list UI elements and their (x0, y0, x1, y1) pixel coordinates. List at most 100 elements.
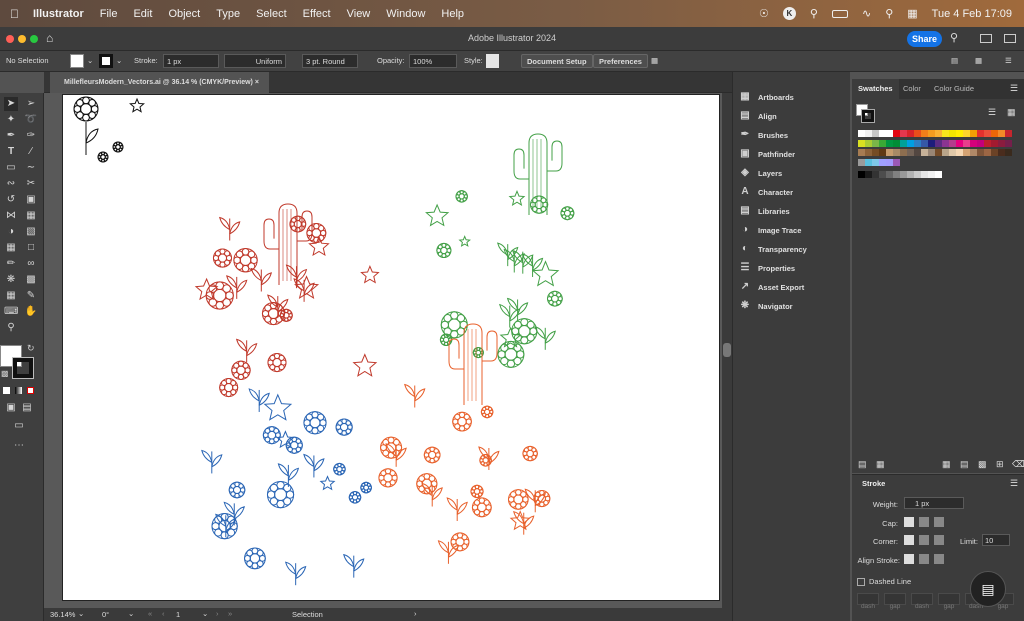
accessibility-badge-icon[interactable]: ▤ (970, 571, 1006, 607)
swatch[interactable] (900, 171, 907, 178)
swatch[interactable] (865, 130, 872, 137)
align-outside-icon[interactable] (934, 554, 944, 564)
swatch[interactable] (956, 140, 963, 147)
workspace-switcher-icon[interactable] (1004, 34, 1016, 43)
stroke-dropdown-icon[interactable]: ⌄ (116, 54, 122, 68)
rotation-dropdown-icon[interactable]: ⌄ (128, 609, 134, 618)
wifi-icon[interactable]: ∿ (862, 7, 871, 20)
swatch[interactable] (879, 171, 886, 178)
swatch[interactable] (886, 130, 893, 137)
type-tool-icon[interactable]: T (4, 145, 18, 159)
menu-edit[interactable]: Edit (133, 8, 152, 20)
brushes-panel-item[interactable]: ✒ Brushes (739, 126, 788, 144)
swatch[interactable] (886, 149, 893, 156)
swatch[interactable] (921, 140, 928, 147)
swatch[interactable] (949, 130, 956, 137)
shaper-tool-icon[interactable]: ∾ (4, 177, 18, 191)
search-icon[interactable]: ⚲ (885, 7, 893, 20)
swatch[interactable] (893, 140, 900, 147)
opacity-field[interactable]: 100% (409, 54, 457, 68)
paintbrush-tool-icon[interactable]: ∼ (24, 161, 38, 175)
zoom-level-field[interactable]: 36.14% (50, 610, 75, 619)
close-tab-icon[interactable]: × (255, 79, 259, 86)
direct-selection-tool-icon[interactable]: ➢ (24, 97, 38, 111)
user-avatar[interactable]: K (782, 7, 796, 20)
rectangle-tool-icon[interactable]: ▭ (4, 161, 18, 175)
shape-builder-tool-icon[interactable]: ◑ (4, 225, 18, 239)
swatch[interactable] (935, 149, 942, 156)
swatch[interactable] (984, 140, 991, 147)
variable-width-profile[interactable]: Uniform (224, 54, 286, 68)
swatch[interactable] (942, 140, 949, 147)
swatch[interactable] (893, 171, 900, 178)
swatch[interactable] (935, 140, 942, 147)
bevel-join-icon[interactable] (934, 535, 944, 545)
swatch[interactable] (907, 171, 914, 178)
edit-toolbar-icon[interactable]: ⋯ (12, 439, 26, 453)
swatch[interactable] (872, 159, 879, 166)
artboard-dropdown-icon[interactable]: ⌄ (202, 609, 208, 618)
brush-definition[interactable]: 3 pt. Round (302, 54, 358, 68)
swatch[interactable] (914, 130, 921, 137)
color-group-icon[interactable]: ▤ (960, 459, 969, 470)
creative-cloud-icon[interactable]: ☉ (759, 7, 769, 20)
swatch[interactable] (907, 149, 914, 156)
hand-tool-icon[interactable]: ✋ (24, 305, 38, 319)
swatch[interactable] (858, 149, 865, 156)
swatch[interactable] (865, 149, 872, 156)
location-icon[interactable]: ⚲ (810, 7, 818, 20)
stroke-color-swatch[interactable] (99, 54, 113, 68)
swatch[interactable] (970, 140, 977, 147)
swatch[interactable] (900, 130, 907, 137)
stroke-panel-menu-icon[interactable]: ☰ (1010, 478, 1018, 489)
libraries-panel-item[interactable]: ▤ Libraries (739, 202, 789, 220)
line-tool-icon[interactable]: ∕ (24, 145, 38, 159)
new-swatch-icon[interactable]: ⊞ (996, 459, 1004, 470)
swatch[interactable] (872, 130, 879, 137)
swap-fill-stroke-icon[interactable]: ↻ (27, 343, 35, 354)
scale-tool-icon[interactable]: ▣ (24, 193, 38, 207)
column-graph-tool-icon[interactable]: ▩ (24, 273, 38, 287)
fill-color-swatch[interactable] (70, 54, 84, 68)
document-setup-button[interactable]: Document Setup (521, 54, 593, 68)
menu-select[interactable]: Select (256, 8, 287, 20)
swatch[interactable] (998, 130, 1005, 137)
swatch[interactable] (879, 140, 886, 147)
swatch[interactable] (858, 130, 865, 137)
vertical-scrollbar[interactable] (722, 93, 732, 608)
gradient-tool-icon[interactable]: □ (24, 241, 38, 255)
slice-tool-icon[interactable]: ✎ (24, 289, 38, 303)
miter-join-icon[interactable] (904, 535, 914, 545)
properties-panel-item[interactable]: ☰ Properties (739, 259, 796, 277)
weight-field[interactable]: 1 px (904, 497, 964, 509)
vertical-scroll-thumb[interactable] (723, 343, 731, 357)
limit-field[interactable]: 10 (982, 534, 1010, 546)
transparency-panel-item[interactable]: ◐ Transparency (739, 240, 807, 258)
swatch[interactable] (935, 171, 942, 178)
navigator-panel-item[interactable]: ❋ Navigator (739, 297, 793, 315)
swatch[interactable] (879, 149, 886, 156)
first-artboard-icon[interactable]: « (148, 609, 152, 618)
swatch[interactable] (914, 171, 921, 178)
swatch[interactable] (921, 171, 928, 178)
arrange-icon[interactable]: ▦ (651, 54, 658, 68)
swatch[interactable] (886, 140, 893, 147)
gap-field[interactable]: gap (884, 593, 906, 610)
panel-menu-icon[interactable]: ☰ (1010, 83, 1018, 94)
lasso-tool-icon[interactable]: ➰ (24, 113, 38, 127)
artboards-panel-item[interactable]: ▦ Artboards (739, 88, 794, 106)
perspective-grid-tool-icon[interactable]: ▧ (24, 225, 38, 239)
delete-swatch-icon[interactable]: ⌫ (1012, 459, 1024, 470)
menu-app-name[interactable]: Illustrator (33, 8, 84, 20)
arrange-documents-icon[interactable] (980, 34, 992, 43)
swatches-stroke-indicator[interactable] (861, 109, 875, 123)
stroke-swatch-large[interactable] (12, 357, 34, 379)
dash-field[interactable]: dash (857, 593, 879, 610)
swatch[interactable] (942, 130, 949, 137)
swatch[interactable] (928, 149, 935, 156)
previous-artboard-icon[interactable]: ‹ (162, 609, 165, 618)
menu-view[interactable]: View (347, 8, 371, 20)
new-group-icon[interactable]: ▩ (978, 459, 987, 470)
swatch[interactable] (970, 149, 977, 156)
tab-color[interactable]: Color (903, 79, 921, 99)
